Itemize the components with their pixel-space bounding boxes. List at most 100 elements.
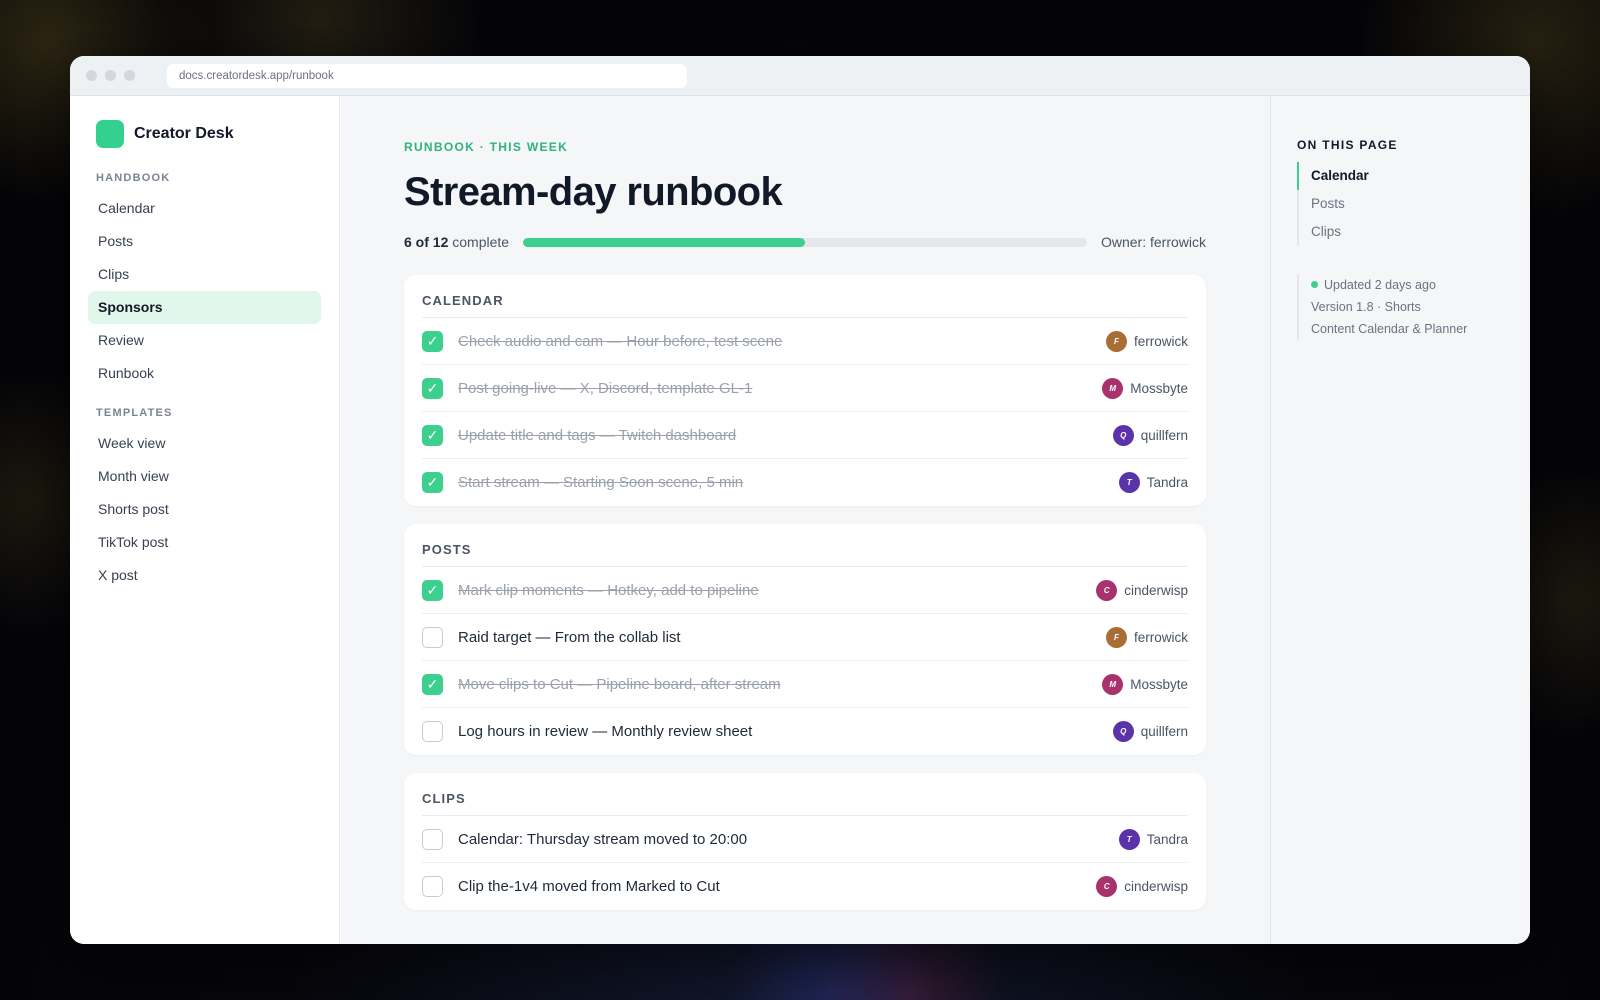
browser-window: docs.creatordesk.app/runbook Creator Des… — [70, 56, 1530, 944]
task-row: ✓ Start stream — Starting Soon scene, 5 m… — [422, 459, 1188, 506]
task-text: Start stream — Starting Soon scene, 5 mi… — [458, 474, 744, 491]
meta-collection: Content Calendar & Planner — [1311, 322, 1468, 336]
brand-name: Creator Desk — [134, 125, 234, 142]
section-title: CALENDAR — [422, 293, 1188, 318]
task-text: Post going-live — X, Discord, template G… — [458, 379, 753, 397]
task-assignee[interactable]: M Mossbyte — [1102, 673, 1188, 695]
task-checkbox[interactable]: ✓ — [422, 673, 443, 695]
brand[interactable]: Creator Desk — [88, 120, 321, 148]
task-assignee[interactable]: Fferrowick — [1105, 330, 1188, 352]
task-sections: CALENDAR ✓ Check audio and cam — Hour befo… — [404, 275, 1206, 910]
task-row: Log hours in review — Monthly review she… — [422, 708, 1188, 755]
task-checkbox[interactable]: ✓ — [422, 472, 443, 493]
toc-item-calendar[interactable]: Calendar — [1297, 162, 1504, 190]
sidebar: Creator Desk HANDBOOK Calendar Posts Clips S… — [70, 96, 340, 944]
sidebar-item-review[interactable]: Review — [88, 324, 321, 357]
toc-heading: ON THIS PAGE — [1297, 138, 1398, 152]
window-maximize-button[interactable] — [124, 70, 135, 81]
sidebar-item-calendar[interactable]: Calendar — [88, 192, 321, 225]
task-row: Clip the-1v4 moved from Marked to Cut Cci… — [422, 863, 1188, 910]
task-assignee[interactable]: Ccinderwisp — [1096, 579, 1188, 601]
sidebar-item-tiktok-post[interactable]: TikTok post — [88, 526, 321, 559]
window-minimize-button[interactable] — [105, 70, 116, 81]
task-text: Check audio and cam — Hour before, test … — [458, 332, 783, 350]
avatar: C — [1096, 876, 1118, 897]
task-text: Calendar: Thursday stream moved to 20:00 — [458, 830, 748, 848]
task-assignee[interactable]: Qquillfern — [1112, 721, 1188, 742]
task-row: Raid target — From the collab list Fferro… — [422, 614, 1188, 661]
task-checkbox[interactable]: ✓ — [422, 377, 443, 399]
progress-summary: 6 of 12 complete Owner: ferrowick — [404, 231, 1206, 253]
progress-bar-fill — [523, 237, 806, 247]
page-eyebrow: RUNBOOK · THIS WEEK — [404, 140, 569, 154]
main-content: RUNBOOK · THIS WEEK Stream-day runbook 6… — [340, 96, 1270, 944]
browser-titlebar: docs.creatordesk.app/runbook — [70, 56, 1530, 96]
progress-bar — [523, 237, 1087, 247]
app-layout: Creator Desk HANDBOOK Calendar Posts Clips S… — [70, 96, 1530, 944]
task-assignee[interactable]: M Mossbyte — [1102, 377, 1188, 399]
meta-updated-text: Updated 2 days ago — [1324, 278, 1436, 292]
sidebar-item-clips[interactable]: Clips — [88, 258, 321, 291]
assignee-name: Mossbyte — [1130, 676, 1188, 692]
task-checkbox[interactable]: ✓ — [422, 579, 443, 601]
owner-label: Owner: ferrowick — [1100, 234, 1206, 250]
task-assignee[interactable]: Fferrowick — [1105, 626, 1188, 648]
section-card-clips: CLIPS Calendar: Thursday stream moved to … — [404, 773, 1206, 910]
task-assignee[interactable]: T Tandra — [1118, 828, 1188, 850]
sidebar-item-shorts-post[interactable]: Shorts post — [88, 493, 321, 526]
task-row: ✓ Check audio and cam — Hour before, test… — [422, 318, 1188, 365]
task-row: ✓ Mark clip moments — Hotkey, add to pipe… — [422, 567, 1188, 614]
toc-item-clips[interactable]: Clips — [1297, 218, 1504, 246]
section-card-posts: POSTS ✓ Mark clip moments — Hotkey, add to… — [404, 524, 1206, 755]
brand-logo-icon — [96, 120, 124, 148]
assignee-name: Tandra — [1146, 475, 1188, 490]
task-checkbox[interactable] — [422, 876, 443, 897]
assignee-name: ferrowick — [1133, 629, 1188, 645]
sidebar-item-month-view[interactable]: Month view — [88, 460, 321, 493]
task-text: Update title and tags — Twitch dashboard — [458, 426, 737, 444]
status-dot-icon — [1311, 281, 1318, 289]
task-text: Mark clip moments — Hotkey, add to pipel… — [458, 581, 759, 599]
toc-item-posts[interactable]: Posts — [1297, 190, 1504, 218]
task-row: Calendar: Thursday stream moved to 20:00… — [422, 816, 1188, 863]
task-text: Log hours in review — Monthly review she… — [458, 723, 753, 740]
task-checkbox[interactable] — [422, 626, 443, 648]
avatar: M — [1102, 377, 1124, 399]
task-text: Move clips to Cut — Pipeline board, afte… — [458, 675, 781, 693]
task-assignee[interactable]: Ccinderwisp — [1096, 876, 1188, 897]
sidebar-item-sponsors[interactable]: Sponsors — [88, 291, 321, 324]
task-checkbox[interactable]: ✓ — [422, 424, 443, 446]
address-bar[interactable]: docs.creatordesk.app/runbook — [167, 63, 687, 88]
sidebar-item-x-post[interactable]: X post — [88, 559, 321, 592]
sidebar-item-week-view[interactable]: Week view — [88, 427, 321, 460]
avatar: Q — [1112, 424, 1134, 446]
task-row: ✓ Move clips to Cut — Pipeline board, aft… — [422, 661, 1188, 708]
progress-suffix: complete — [452, 234, 510, 250]
task-row: ✓ Update title and tags — Twitch dashboar… — [422, 412, 1188, 459]
assignee-name: cinderwisp — [1124, 582, 1188, 598]
window-close-button[interactable] — [86, 70, 97, 81]
assignee-name: Mossbyte — [1130, 380, 1188, 396]
sidebar-item-posts[interactable]: Posts — [88, 225, 321, 258]
toc-list: Calendar Posts Clips — [1297, 162, 1504, 246]
assignee-name: quillfern — [1140, 724, 1188, 739]
task-assignee[interactable]: Qquillfern — [1112, 424, 1188, 446]
section-title: CLIPS — [422, 791, 1188, 816]
avatar: M — [1102, 673, 1124, 695]
assignee-name: cinderwisp — [1124, 879, 1188, 894]
page-meta: Updated 2 days ago Version 1.8 · Shorts … — [1297, 274, 1504, 340]
table-of-contents: ON THIS PAGE Calendar Posts Clips Updated … — [1270, 96, 1530, 944]
task-text: Raid target — From the collab list — [458, 628, 681, 646]
avatar: F — [1105, 626, 1127, 648]
task-checkbox[interactable] — [422, 721, 443, 742]
avatar: Q — [1112, 721, 1134, 742]
task-checkbox[interactable]: ✓ — [422, 330, 443, 352]
sidebar-item-runbook[interactable]: Runbook — [88, 357, 321, 390]
task-assignee[interactable]: T Tandra — [1118, 472, 1188, 493]
assignee-name: Tandra — [1146, 831, 1188, 847]
avatar: F — [1105, 330, 1127, 352]
sidebar-nav: HANDBOOK Calendar Posts Clips Sponsors Review… — [88, 172, 321, 592]
meta-updated: Updated 2 days ago — [1311, 274, 1504, 296]
task-checkbox[interactable] — [422, 828, 443, 850]
meta-version: Version 1.8 · Shorts — [1311, 300, 1421, 314]
